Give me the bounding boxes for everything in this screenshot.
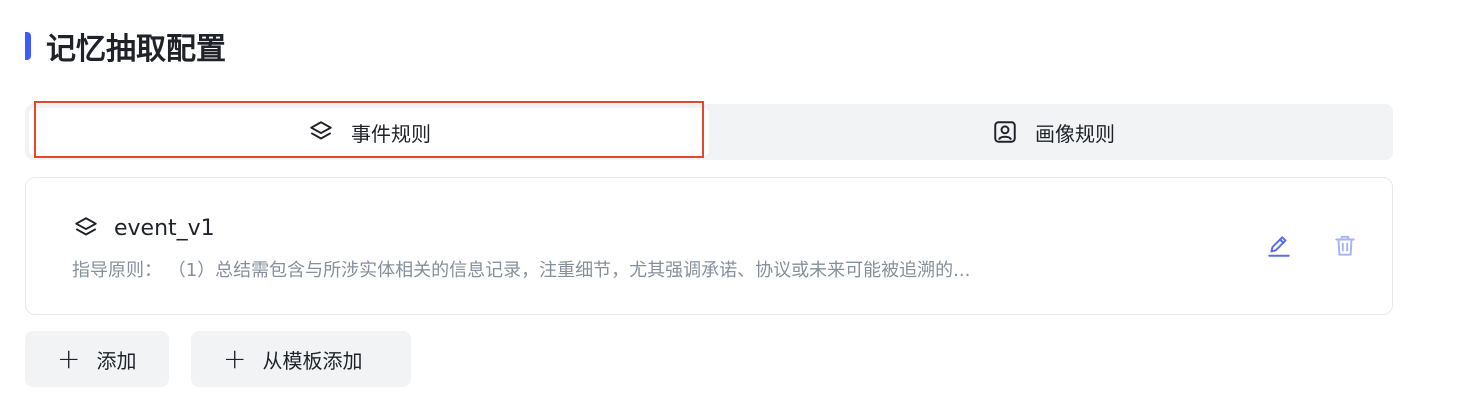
plus-icon: +: [223, 342, 247, 375]
add-button-label: 添加: [96, 348, 137, 373]
add-from-template-button[interactable]: + 从模板添加: [191, 331, 411, 387]
rule-description: 指导原则： （1）总结需包含与所涉实体相关的信息记录，注重细节，尤其强调承诺、协…: [72, 260, 971, 281]
accent-bar: [25, 32, 31, 60]
rule-name: event_v1: [114, 215, 215, 241]
delete-icon[interactable]: [1329, 230, 1361, 262]
add-button[interactable]: + 添加: [25, 331, 169, 387]
section-title: 记忆抽取配置: [46, 32, 226, 67]
add-from-template-label: 从模板添加: [262, 348, 363, 373]
layers-icon: [72, 214, 100, 242]
tab-portrait-rules[interactable]: 画像规则: [713, 104, 1393, 160]
edit-icon[interactable]: [1263, 230, 1295, 262]
rule-tabs: 事件规则 画像规则: [25, 104, 1393, 160]
rule-card-header: event_v1: [72, 214, 215, 242]
layers-icon: [307, 118, 335, 146]
tab-label: 事件规则: [351, 121, 431, 146]
tab-event-rules[interactable]: 事件规则: [29, 108, 709, 156]
plus-icon: +: [57, 342, 81, 375]
section-header: 记忆抽取配置: [25, 26, 226, 67]
rule-card[interactable]: event_v1 指导原则： （1）总结需包含与所涉实体相关的信息记录，注重细节…: [25, 177, 1393, 315]
user-portrait-icon: [991, 118, 1019, 146]
tab-label: 画像规则: [1035, 121, 1115, 146]
